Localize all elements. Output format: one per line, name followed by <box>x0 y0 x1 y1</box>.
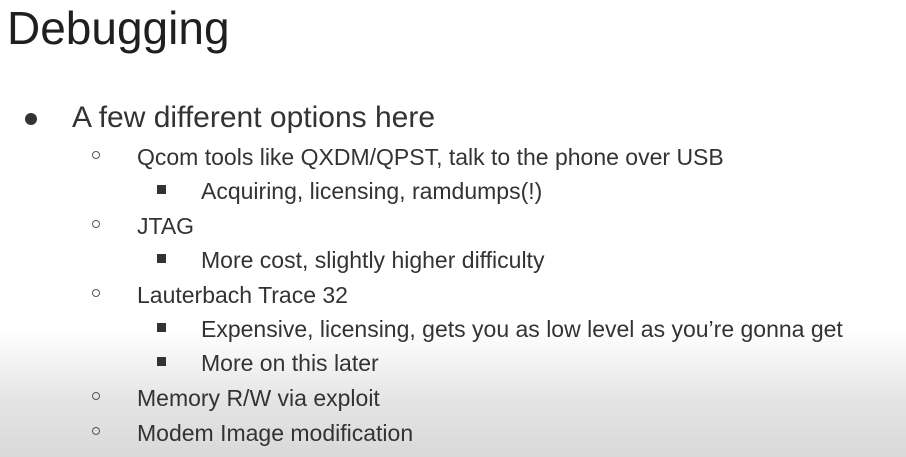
hollow-circle-bullet-icon <box>92 427 100 435</box>
square-bullet-icon <box>157 323 166 332</box>
hollow-circle-bullet-icon <box>92 392 100 400</box>
bullet-text: Qcom tools like QXDM/QPST, talk to the p… <box>137 144 724 170</box>
bullet-text: Modem Image modification <box>137 420 414 446</box>
hollow-circle-bullet-icon <box>92 220 100 228</box>
slide-title: Debugging <box>7 2 230 54</box>
bullet-text: Memory R/W via exploit <box>137 385 380 411</box>
bullet-text: Acquiring, licensing, ramdumps(!) <box>201 178 543 204</box>
square-bullet-icon <box>157 254 166 263</box>
filled-circle-bullet-icon <box>25 113 37 125</box>
bullet-text: JTAG <box>137 213 195 239</box>
hollow-circle-bullet-icon <box>92 289 100 297</box>
bullet-text: Lauterbach Trace 32 <box>137 282 348 308</box>
bullet-text: A few different options here <box>72 101 436 134</box>
hollow-circle-bullet-icon <box>92 151 100 159</box>
square-bullet-icon <box>157 357 166 366</box>
bullet-text: Expensive, licensing, gets you as low le… <box>201 316 843 342</box>
bullet-text: More on this later <box>201 350 379 376</box>
bullet-text: More cost, slightly higher difficulty <box>201 247 545 273</box>
square-bullet-icon <box>157 185 166 194</box>
slide: Debugging A few different options here Q… <box>0 0 906 457</box>
